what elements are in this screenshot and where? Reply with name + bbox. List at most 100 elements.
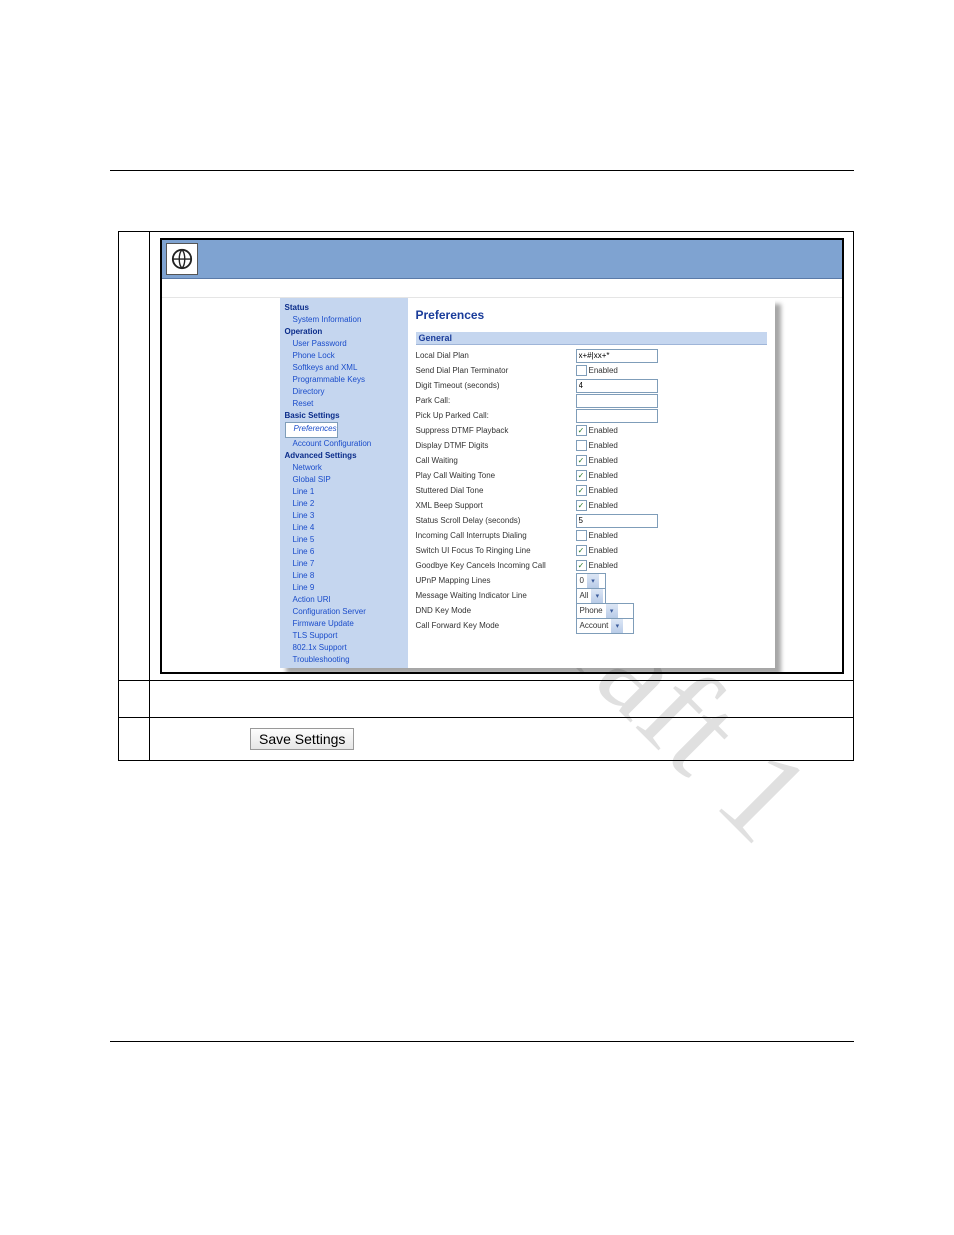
content-area: Preferences General Local Dial Plan Send … (408, 298, 775, 668)
pref-row: Park Call: (416, 393, 767, 408)
sidebar-item[interactable]: Network (285, 462, 405, 474)
sidebar-item[interactable]: Line 5 (285, 534, 405, 546)
sidebar-item[interactable]: Troubleshooting (285, 654, 405, 666)
pref-row: Pick Up Parked Call: (416, 408, 767, 423)
pref-row: Incoming Call Interrupts DialingEnabled (416, 528, 767, 543)
pref-checkbox-label: Enabled (589, 546, 618, 555)
sidebar-item[interactable]: Line 6 (285, 546, 405, 558)
sidebar-item[interactable]: System Information (285, 314, 405, 326)
sidebar-item[interactable]: Reset (285, 398, 405, 410)
sidebar-nav: StatusSystem InformationOperationUser Pa… (280, 298, 408, 668)
pref-label: Play Call Waiting Tone (416, 471, 576, 480)
pref-row: Suppress DTMF Playback Enabled (416, 423, 767, 438)
sidebar-item[interactable]: Line 1 (285, 486, 405, 498)
sidebar-item[interactable]: Softkeys and XML (285, 362, 405, 374)
pref-checkbox-label: Enabled (589, 561, 618, 570)
sidebar-item[interactable]: Line 2 (285, 498, 405, 510)
pref-checkbox-label: Enabled (589, 366, 618, 375)
pref-checkbox[interactable] (576, 530, 587, 541)
sidebar-item[interactable]: Line 4 (285, 522, 405, 534)
pref-label: Digit Timeout (seconds) (416, 381, 576, 390)
pref-label: Local Dial Plan (416, 351, 576, 360)
pref-checkbox-label: Enabled (589, 501, 618, 510)
sidebar-item[interactable]: TLS Support (285, 630, 405, 642)
pref-text-input[interactable] (576, 409, 658, 423)
pref-checkbox-label: Enabled (589, 426, 618, 435)
pref-row: DND Key ModePhone▾ (416, 603, 767, 618)
page-title: Preferences (416, 308, 767, 322)
section-general: General (416, 332, 767, 345)
sidebar-item[interactable]: Firmware Update (285, 618, 405, 630)
pref-label: Suppress DTMF Playback (416, 426, 576, 435)
sidebar-item[interactable]: Line 3 (285, 510, 405, 522)
pref-select[interactable]: 0▾ (576, 573, 606, 589)
sidebar-item[interactable]: Directory (285, 386, 405, 398)
pref-label: Stuttered Dial Tone (416, 486, 576, 495)
app-header (162, 240, 842, 279)
pref-checkbox[interactable] (576, 485, 587, 496)
pref-checkbox[interactable] (576, 545, 587, 556)
pref-checkbox[interactable] (576, 470, 587, 481)
sidebar-item[interactable]: Phone Lock (285, 350, 405, 362)
pref-checkbox[interactable] (576, 365, 587, 376)
save-settings-button[interactable]: Save Settings (250, 728, 354, 750)
pref-label: UPnP Mapping Lines (416, 576, 576, 585)
sidebar-item[interactable]: Line 7 (285, 558, 405, 570)
pref-row: Goodbye Key Cancels Incoming Call Enabled (416, 558, 767, 573)
pref-checkbox[interactable] (576, 440, 587, 451)
sidebar-item[interactable]: Account Configuration (285, 438, 405, 450)
sidebar-item[interactable]: Global SIP (285, 474, 405, 486)
pref-label: XML Beep Support (416, 501, 576, 510)
pref-label: Pick Up Parked Call: (416, 411, 576, 420)
pref-label: Status Scroll Delay (seconds) (416, 516, 576, 525)
pref-label: Message Waiting Indicator Line (416, 591, 576, 600)
pref-text-input[interactable] (576, 394, 658, 408)
chevron-down-icon: ▾ (611, 619, 623, 633)
pref-row: Status Scroll Delay (seconds) (416, 513, 767, 528)
pref-checkbox-label: Enabled (589, 471, 618, 480)
pref-label: DND Key Mode (416, 606, 576, 615)
pref-text-input[interactable] (576, 514, 658, 528)
pref-row: Stuttered Dial ToneEnabled (416, 483, 767, 498)
sidebar-item[interactable]: Line 9 (285, 582, 405, 594)
chevron-down-icon: ▾ (587, 574, 599, 588)
sidebar-item[interactable]: Configuration Server (285, 606, 405, 618)
pref-row: Send Dial Plan TerminatorEnabled (416, 363, 767, 378)
preferences-panel: StatusSystem InformationOperationUser Pa… (280, 298, 775, 668)
pref-checkbox[interactable] (576, 425, 587, 436)
pref-label: Goodbye Key Cancels Incoming Call (416, 561, 576, 570)
pref-select[interactable]: Phone▾ (576, 603, 634, 619)
pref-checkbox[interactable] (576, 455, 587, 466)
pref-checkbox[interactable] (576, 500, 587, 511)
pref-checkbox-label: Enabled (589, 531, 618, 540)
pref-checkbox[interactable] (576, 560, 587, 571)
sidebar-item[interactable]: User Password (285, 338, 405, 350)
chevron-down-icon: ▾ (591, 589, 603, 603)
pref-checkbox-label: Enabled (589, 441, 618, 450)
sidebar-section: Operation (285, 326, 405, 338)
sidebar-item[interactable]: Action URI (285, 594, 405, 606)
pref-row: Display DTMF Digits Enabled (416, 438, 767, 453)
pref-label: Display DTMF Digits (416, 441, 576, 450)
pref-text-input[interactable] (576, 379, 658, 393)
pref-label: Call Waiting (416, 456, 576, 465)
sidebar-item[interactable]: Programmable Keys (285, 374, 405, 386)
sidebar-section: Advanced Settings (285, 450, 405, 462)
sidebar-section: Basic Settings (285, 410, 405, 422)
pref-row: Call WaitingEnabled (416, 453, 767, 468)
sidebar-item[interactable]: 802.1x Support (285, 642, 405, 654)
pref-select[interactable]: All▾ (576, 588, 606, 604)
pref-row: UPnP Mapping Lines0▾ (416, 573, 767, 588)
pref-label: Call Forward Key Mode (416, 621, 576, 630)
pref-row: Message Waiting Indicator LineAll▾ (416, 588, 767, 603)
pref-row: Play Call Waiting Tone Enabled (416, 468, 767, 483)
sidebar-item[interactable]: Line 8 (285, 570, 405, 582)
pref-text-input[interactable] (576, 349, 658, 363)
instruction-table: Draft 1 StatusSystem InformationOperatio… (118, 231, 854, 761)
pref-label: Park Call: (416, 396, 576, 405)
sidebar-item[interactable]: Preferences (285, 422, 338, 438)
pref-label: Switch UI Focus To Ringing Line (416, 546, 576, 555)
pref-select[interactable]: Account▾ (576, 618, 634, 634)
phone-webui-screenshot: StatusSystem InformationOperationUser Pa… (160, 238, 844, 674)
pref-row: XML Beep Support Enabled (416, 498, 767, 513)
